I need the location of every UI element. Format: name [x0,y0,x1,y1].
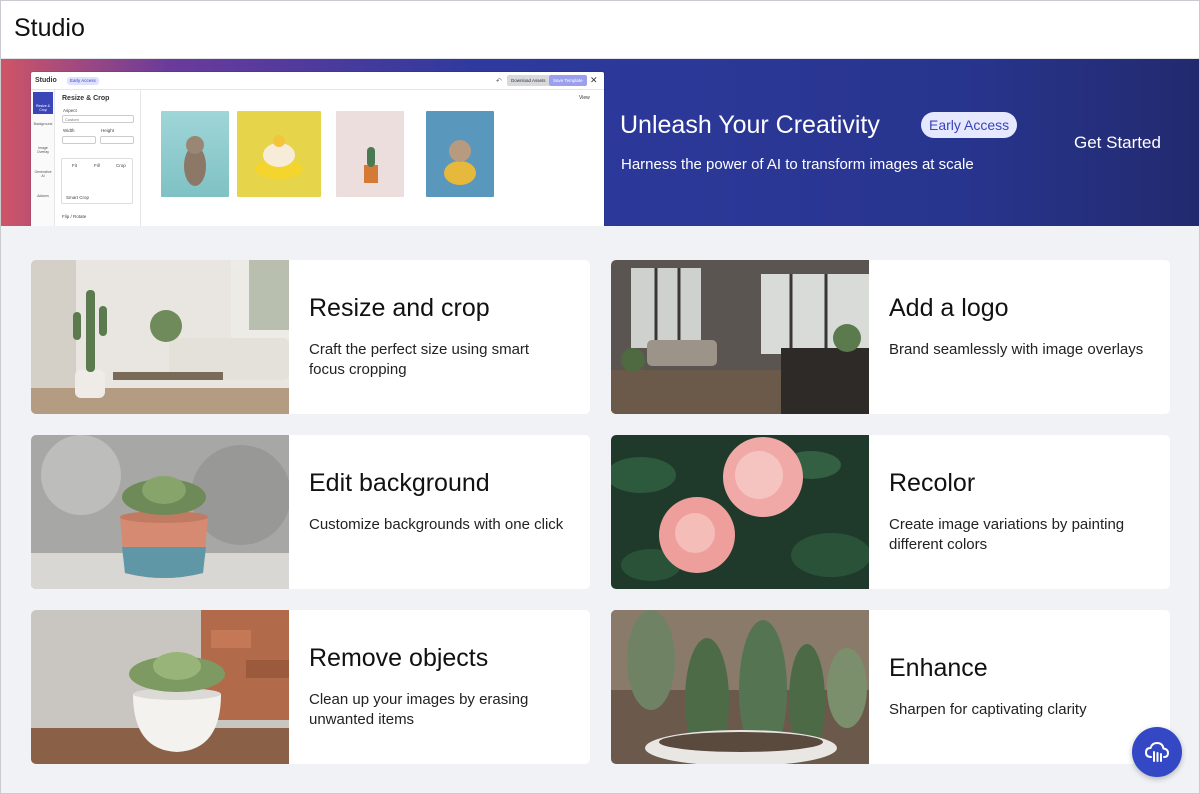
card-description: Customize backgrounds with one click [309,516,564,533]
preview-rail-item: Generative AI [34,170,52,178]
app-title: Studio [14,14,85,42]
card-title: Add a logo [889,294,1009,322]
preview-badge: Early Access [67,77,99,85]
preview-rail-item: Resize & Crop [33,92,53,114]
succulent-white-pot-image [31,610,289,764]
card-title: Resize and crop [309,294,490,322]
feature-card-add-logo[interactable]: Add a logo Brand seamlessly with image o… [611,260,1170,414]
preview-thumb-plant [336,111,404,197]
preview-mode-fit: Fit [72,163,77,168]
preview-logo: Studio [35,77,57,84]
preview-panel-title: Resize & Crop [62,95,110,102]
get-started-link[interactable]: Get Started [1074,133,1161,153]
close-icon: ✕ [590,75,598,85]
card-description: Craft the perfect size using smart focus… [309,341,530,378]
pink-peonies-image [611,435,869,589]
preview-width-field [62,136,96,144]
feature-card-enhance[interactable]: Enhance Sharpen for captivating clarity [611,610,1170,764]
feature-card-edit-background[interactable]: Edit background Customize backgrounds wi… [31,435,590,589]
feature-card-resize-crop[interactable]: Resize and crop Craft the perfect size u… [31,260,590,414]
hero-subtitle: Harness the power of AI to transform ima… [621,156,974,173]
preview-thumb-cupcake [237,111,321,197]
early-access-badge: Early Access [921,112,1018,138]
editor-preview-image: Studio Early Access ↶ Download Assets Sa… [31,72,604,226]
card-description: Brand seamlessly with image overlays [889,341,1144,358]
living-room-cactus-image [31,260,289,414]
preview-save-button: Save Template [549,75,587,86]
preview-height-label: Height [101,128,115,133]
preview-download-button: Download Assets [507,75,550,86]
preview-aspect-label: Aspect [63,108,77,113]
preview-rail: Resize & Crop Background Image Overlay G… [31,90,55,226]
preview-rail-item: Addons [37,194,49,198]
preview-width-label: Width [63,128,75,133]
card-description: Sharpen for captivating clarity [889,701,1087,718]
cloud-help-button[interactable] [1132,727,1182,777]
preview-view-label: View [579,95,590,101]
preview-mode-crop: Crop [116,163,126,168]
card-title: Edit background [309,469,490,497]
card-title: Enhance [889,654,988,682]
preview-rail-item: Image Overlay [36,146,50,154]
preview-thumb-cat [161,111,229,197]
card-description: Clean up your images by erasing unwanted… [309,691,529,728]
preview-thumb-dog [426,111,494,197]
preview-toolbar: Studio Early Access ↶ Download Assets Sa… [31,72,604,90]
preview-mode-fill: Fill [94,163,100,168]
hero-title: Unleash Your Creativity [620,111,880,139]
preview-mode-box: Fit Fill Crop Smart Crop [61,158,133,204]
feature-card-remove-objects[interactable]: Remove objects Clean up your images by e… [31,610,590,764]
preview-smart-crop: Smart Crop [66,195,90,200]
card-description: Create image variations by painting diff… [889,516,1125,553]
cactus-closeup-image [611,610,869,764]
preview-height-field [100,136,134,144]
cloud-icon [1145,741,1169,762]
top-bar: Studio [0,0,1200,59]
preview-rail-item: Background [33,122,53,126]
feature-card-recolor[interactable]: Recolor Create image variations by paint… [611,435,1170,589]
card-title: Recolor [889,469,976,497]
preview-flip-rotate: Flip / Rotate [62,214,87,219]
hero-banner: Studio Early Access ↶ Download Assets Sa… [0,59,1200,226]
preview-aspect-field: Custom [62,115,134,123]
card-title: Remove objects [309,644,489,672]
preview-panel: Resize & Crop Aspect Custom Width Height… [55,90,141,226]
succulent-pot-image [31,435,289,589]
undo-icon: ↶ [496,78,502,85]
loft-interior-image [611,260,869,414]
